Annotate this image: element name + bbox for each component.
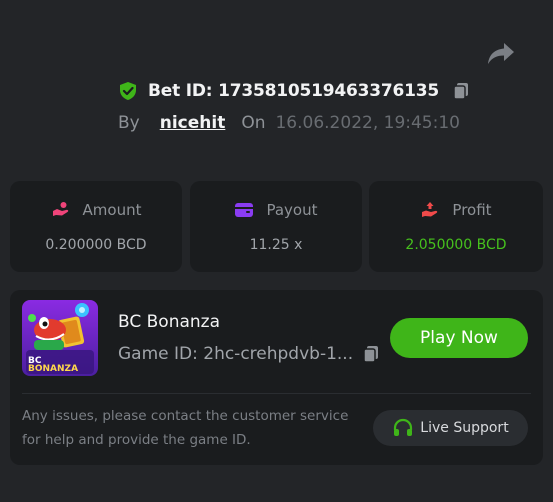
on-label: On	[241, 113, 266, 133]
hand-coins-icon	[52, 202, 68, 216]
share-icon	[488, 43, 514, 64]
stat-title: Payout	[266, 201, 318, 219]
copy-icon[interactable]	[361, 344, 381, 364]
game-thumbnail[interactable]: BC BONANZA	[22, 300, 98, 376]
game-card: BC BONANZA BC Bonanza Game ID: 2hc-crehp…	[10, 290, 543, 465]
bet-id: Bet ID: 1735810519463376135	[148, 81, 440, 101]
live-support-button[interactable]: Live Support	[373, 410, 528, 446]
play-now-button[interactable]: Play Now	[390, 318, 528, 358]
username-link[interactable]: nicehit	[160, 113, 226, 133]
copy-icon[interactable]	[451, 81, 471, 101]
stat-amount: Amount 0.200000 BCD	[10, 181, 182, 272]
live-support-label: Live Support	[420, 420, 509, 436]
stat-value: 11.25 x	[249, 237, 303, 253]
by-label: By	[118, 113, 140, 133]
headset-icon	[394, 418, 413, 436]
game-id-row: Game ID: 2hc-crehpdvb-1...	[118, 344, 381, 364]
stat-profit: Profit 2.050000 BCD	[369, 181, 543, 272]
thumb-text-bonanza: BONANZA	[28, 364, 79, 374]
stat-payout: Payout 11.25 x	[190, 181, 362, 272]
verified-shield-icon	[120, 82, 136, 100]
wallet-icon	[235, 203, 254, 217]
stat-title: Amount	[82, 201, 142, 219]
stat-value: 2.050000 BCD	[405, 237, 507, 253]
profit-hand-icon	[422, 202, 438, 217]
divider	[22, 393, 531, 394]
stat-value: 0.200000 BCD	[45, 237, 147, 253]
game-id: Game ID: 2hc-crehpdvb-1...	[118, 344, 354, 364]
bet-id-row: Bet ID: 1735810519463376135	[118, 80, 471, 102]
share-button[interactable]	[486, 40, 516, 68]
bet-stats: Amount 0.200000 BCD Payout 11.25 x Profi…	[10, 181, 543, 272]
stat-title: Profit	[452, 201, 492, 219]
support-info-text: Any issues, please contact the customer …	[22, 408, 349, 448]
bet-meta-row: By nicehit On 16.06.2022, 19:45:10	[118, 112, 460, 134]
game-name: BC Bonanza	[118, 312, 221, 332]
bet-datetime: 16.06.2022, 19:45:10	[275, 113, 460, 133]
